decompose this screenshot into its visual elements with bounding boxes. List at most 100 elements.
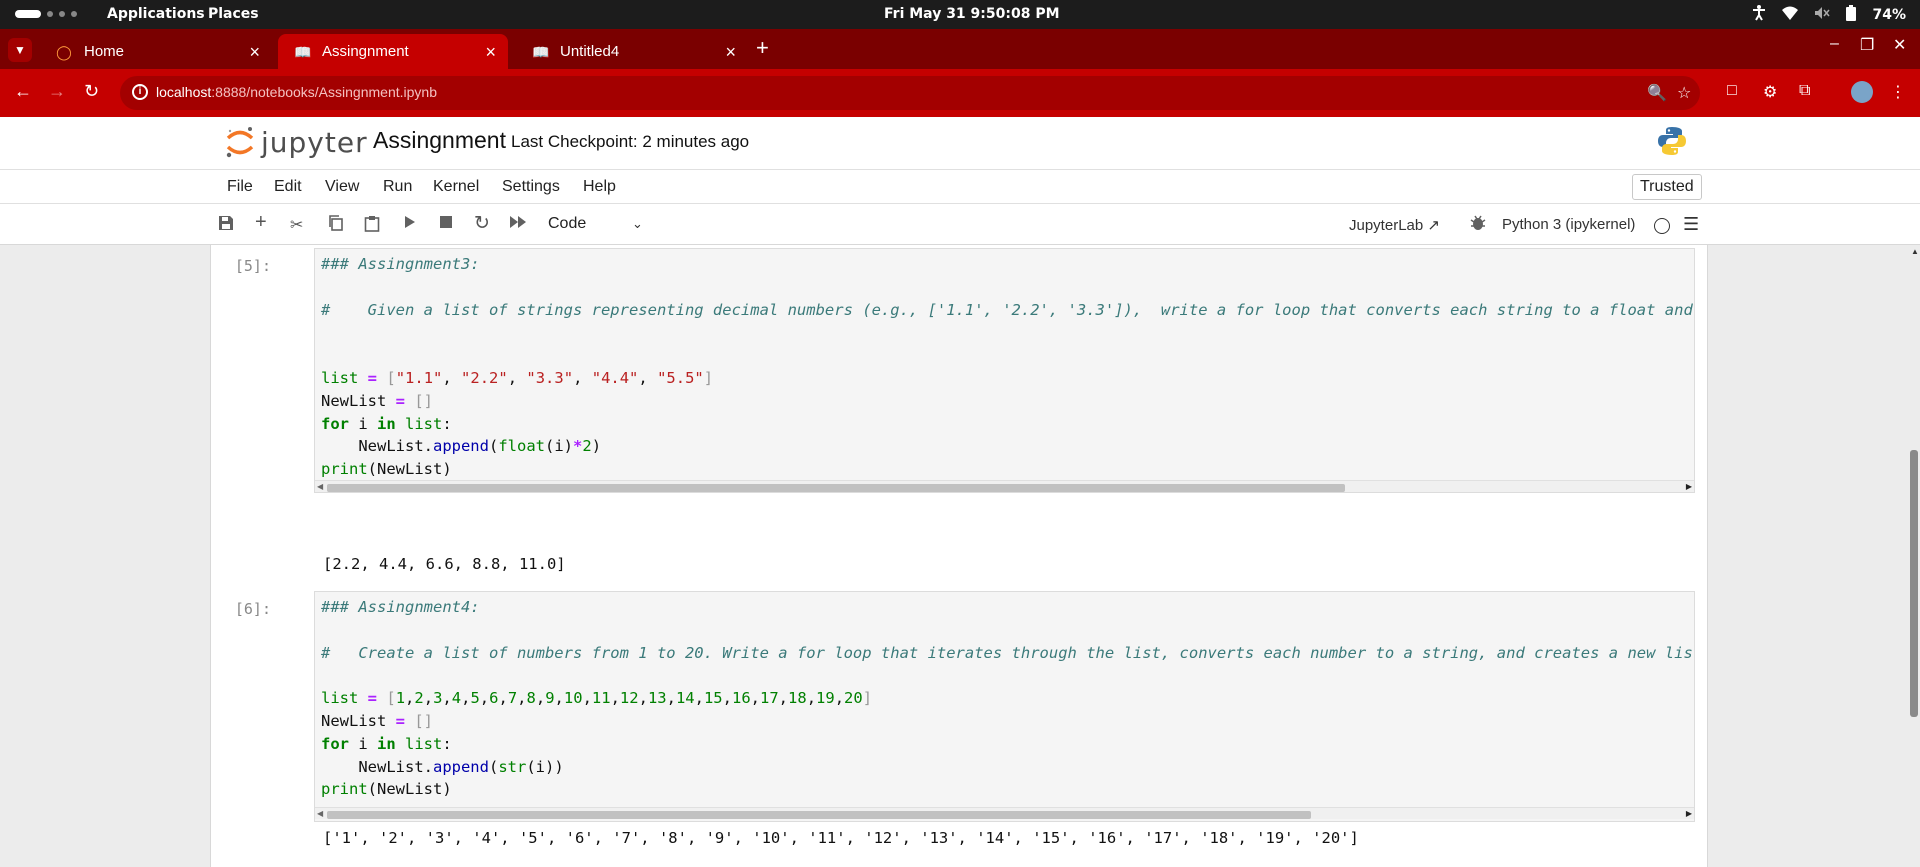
cell-output: ['1', '2', '3', '4', '5', '6', '7', '8',… xyxy=(323,829,1359,847)
kernel-name[interactable]: Python 3 (ipykernel) xyxy=(1502,216,1635,233)
scrollbar-thumb[interactable] xyxy=(1910,450,1918,717)
workspace-indicator[interactable] xyxy=(15,10,77,18)
last-checkpoint: Last Checkpoint: 2 minutes ago xyxy=(511,132,750,151)
notebook-favicon-icon: 📖 xyxy=(532,44,550,60)
restart-run-all-icon[interactable] xyxy=(509,215,527,234)
kebab-menu-icon[interactable]: ⋮ xyxy=(1890,82,1906,102)
browser-tab-strip: ▼ ◯ Home × 📖 Assingnment × 📖 Untitled4 ×… xyxy=(0,29,1920,69)
menu-run[interactable]: Run xyxy=(383,178,412,196)
scrollbar-thumb[interactable] xyxy=(327,811,1311,819)
insert-cell-plus-icon[interactable]: + xyxy=(255,211,267,234)
back-arrow-icon[interactable]: ← xyxy=(14,81,32,102)
horizontal-scrollbar[interactable]: ◀ ▶ xyxy=(315,807,1694,819)
open-jupyterlab-button[interactable]: JupyterLab ↗ xyxy=(1349,216,1440,234)
zoom-icon[interactable]: 🔍 xyxy=(1647,83,1667,103)
scroll-right-arrow-icon[interactable]: ▶ xyxy=(1686,482,1692,491)
code-editor[interactable]: ### Assingnment3: # Given a list of stri… xyxy=(321,253,1694,492)
browser-nav-bar: ← → ↻ i localhost:8888/notebooks/Assingn… xyxy=(0,69,1920,117)
menu-view[interactable]: View xyxy=(325,178,359,196)
extension-icon[interactable]: □ xyxy=(1727,82,1737,100)
address-bar[interactable]: i localhost:8888/notebooks/Assingnment.i… xyxy=(120,76,1700,110)
places-menu[interactable]: Places xyxy=(208,6,259,22)
notebook-area: [5]: ### Assingnment3: # Given a list of… xyxy=(0,245,1920,867)
run-play-icon[interactable] xyxy=(404,215,416,234)
tab-assingnment[interactable]: 📖 Assingnment × xyxy=(278,34,508,69)
notebook-panel: [5]: ### Assingnment3: # Given a list of… xyxy=(210,245,1708,867)
jupyter-logo-icon xyxy=(226,127,254,158)
url-text[interactable]: localhost:8888/notebooks/Assingnment.ipy… xyxy=(156,84,437,100)
clock[interactable]: Fri May 31 9:50:08 PM xyxy=(884,6,1060,22)
save-icon[interactable] xyxy=(218,215,234,236)
code-cell-input[interactable]: ### Assingnment3: # Given a list of stri… xyxy=(314,248,1695,493)
copy-icon[interactable] xyxy=(328,215,344,236)
scroll-up-arrow-icon[interactable]: ▲ xyxy=(1911,247,1919,256)
reload-icon[interactable]: ↻ xyxy=(84,81,99,102)
external-link-icon: ↗ xyxy=(1427,217,1440,234)
debugger-bug-icon[interactable] xyxy=(1470,214,1486,236)
menu-edit[interactable]: Edit xyxy=(274,178,302,196)
notebook-vertical-scrollbar[interactable]: ▲ xyxy=(1908,245,1920,867)
tab-search-dropdown[interactable]: ▼ xyxy=(8,38,32,62)
workspace-dot xyxy=(47,11,53,17)
code-editor[interactable]: ### Assingnment4: # Create a list of num… xyxy=(321,596,1694,801)
tab-label: Home xyxy=(84,43,125,60)
workspace-dot xyxy=(59,11,65,17)
trusted-indicator[interactable]: Trusted xyxy=(1632,174,1702,200)
profile-avatar[interactable] xyxy=(1851,81,1873,103)
battery-percent: 74% xyxy=(1872,7,1906,23)
tab-untitled4[interactable]: 📖 Untitled4 × xyxy=(516,34,748,69)
python-logo-icon xyxy=(1658,127,1686,155)
cell-type-select[interactable]: Code xyxy=(548,215,586,233)
forward-arrow-icon[interactable]: → xyxy=(48,81,66,102)
menu-help[interactable]: Help xyxy=(583,178,616,196)
restore-icon[interactable]: ❐ xyxy=(1860,35,1874,55)
battery-icon[interactable] xyxy=(1846,5,1857,25)
workspace-dot xyxy=(71,11,77,17)
jupyter-header: jupyter Assingnment Last Checkpoint: 2 m… xyxy=(0,117,1920,203)
system-tray[interactable]: 74% xyxy=(1752,5,1906,25)
tab-label: Untitled4 xyxy=(560,43,620,60)
close-icon[interactable]: × xyxy=(485,42,496,63)
chevron-down-icon[interactable]: ⌄ xyxy=(632,216,643,232)
cell-prompt: [6]: xyxy=(234,600,271,618)
jupyter-favicon-icon: ◯ xyxy=(56,44,72,60)
notebook-toolbar: + ✂ ↻ Code ⌄ JupyterLab ↗ Python 3 (ipyk… xyxy=(0,203,1920,245)
code-cell-input[interactable]: ### Assingnment4: # Create a list of num… xyxy=(314,591,1695,822)
stop-icon[interactable] xyxy=(440,215,452,233)
extension-icon[interactable]: ⚙ xyxy=(1763,82,1777,102)
paste-clipboard-icon[interactable] xyxy=(364,215,380,237)
scroll-left-arrow-icon[interactable]: ◀ xyxy=(317,482,323,491)
volume-muted-icon[interactable] xyxy=(1814,6,1831,24)
scroll-right-arrow-icon[interactable]: ▶ xyxy=(1686,809,1692,818)
close-icon[interactable]: × xyxy=(725,42,736,63)
cell-prompt: [5]: xyxy=(234,257,271,275)
close-window-icon[interactable]: ✕ xyxy=(1893,35,1906,55)
restart-kernel-icon[interactable]: ↻ xyxy=(474,212,490,235)
extensions-puzzle-icon[interactable]: ⧉ xyxy=(1799,82,1810,100)
site-info-icon[interactable]: i xyxy=(132,84,148,100)
new-tab-plus-icon[interactable]: + xyxy=(756,35,769,61)
jupyter-menu-bar: File Edit View Run Kernel Settings Help … xyxy=(0,169,1920,203)
close-icon[interactable]: × xyxy=(249,42,260,63)
wifi-icon[interactable] xyxy=(1782,6,1799,24)
menu-file[interactable]: File xyxy=(227,178,253,196)
bookmark-star-icon[interactable]: ☆ xyxy=(1677,83,1691,103)
tab-label: Assingnment xyxy=(322,43,409,60)
menu-settings[interactable]: Settings xyxy=(502,178,560,196)
scroll-left-arrow-icon[interactable]: ◀ xyxy=(317,809,323,818)
active-workspace-pill xyxy=(15,10,41,18)
notebook-title[interactable]: Assingnment xyxy=(373,127,506,154)
scrollbar-thumb[interactable] xyxy=(327,484,1345,492)
minimize-icon[interactable]: – xyxy=(1830,35,1839,53)
horizontal-scrollbar[interactable]: ◀ ▶ xyxy=(315,480,1694,492)
hamburger-menu-icon[interactable]: ☰ xyxy=(1683,214,1699,235)
jupyter-logo[interactable]: jupyter xyxy=(225,125,368,159)
accessibility-icon[interactable] xyxy=(1752,5,1766,25)
kernel-idle-status-icon xyxy=(1654,218,1670,234)
applications-menu[interactable]: Applications xyxy=(107,6,205,22)
menu-kernel[interactable]: Kernel xyxy=(433,178,479,196)
jupyter-wordmark: jupyter xyxy=(261,125,368,159)
tab-home[interactable]: ◯ Home × xyxy=(40,34,272,69)
cut-scissors-icon[interactable]: ✂ xyxy=(290,215,303,235)
cell-output: [2.2, 4.4, 6.6, 8.8, 11.0] xyxy=(323,555,566,573)
